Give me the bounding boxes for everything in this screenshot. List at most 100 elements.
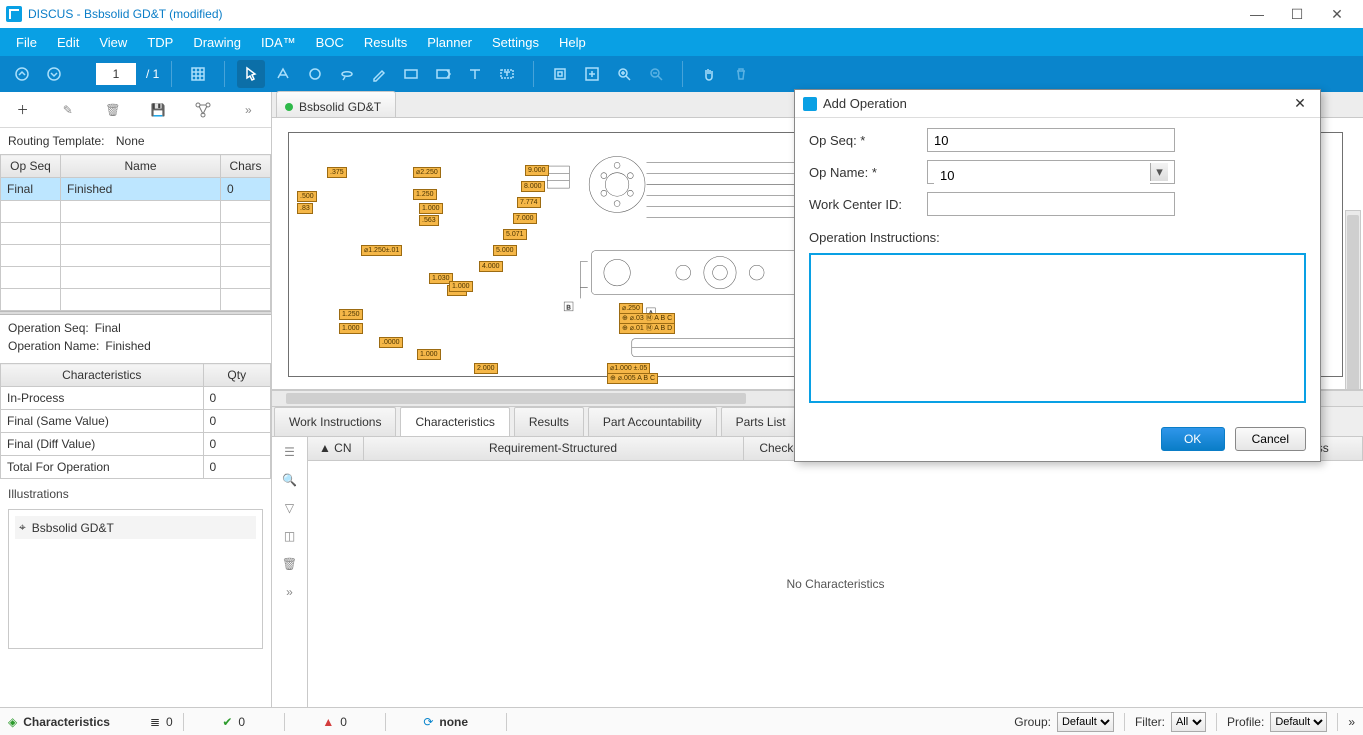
more-icon[interactable]: »: [238, 100, 258, 120]
left-toolbar: ＋ ✎ 🗑 💾 »: [0, 92, 271, 128]
tab-work-instructions[interactable]: Work Instructions: [274, 407, 396, 436]
illustrations-header: Illustrations: [0, 479, 271, 505]
list-item[interactable]: ⌖ Bsbsolid GD&T: [15, 516, 256, 539]
nav-up-icon[interactable]: [8, 60, 36, 88]
list-icon: ≣: [150, 715, 160, 729]
menu-tdp[interactable]: TDP: [137, 31, 183, 54]
table-row[interactable]: [1, 223, 271, 245]
columns-icon[interactable]: ◫: [284, 529, 295, 543]
lasso-tool-icon[interactable]: [333, 60, 361, 88]
group-select[interactable]: Default: [1057, 712, 1114, 732]
table-row[interactable]: [1, 201, 271, 223]
zoom-area-icon[interactable]: [546, 60, 574, 88]
list-view-icon[interactable]: ☰: [284, 445, 295, 459]
workcenter-input[interactable]: [927, 192, 1175, 216]
titlebar: DISCUS - Bsbsolid GD&T (modified) — ☐ ✕: [0, 0, 1363, 28]
trash-icon[interactable]: 🗑: [282, 557, 297, 571]
network-icon[interactable]: [193, 100, 213, 120]
add-operation-dialog: Add Operation ✕ Op Seq: * Op Name: * ▾ W…: [794, 89, 1321, 462]
opseq-input[interactable]: [927, 128, 1175, 152]
table-row[interactable]: [1, 245, 271, 267]
menu-file[interactable]: File: [6, 31, 47, 54]
svg-text:B: B: [566, 304, 571, 311]
tab-part-accountability[interactable]: Part Accountability: [588, 407, 717, 436]
table-row[interactable]: [1, 289, 271, 311]
delete-icon[interactable]: [727, 60, 755, 88]
nav-down-icon[interactable]: [40, 60, 68, 88]
menu-view[interactable]: View: [89, 31, 137, 54]
col-opseq[interactable]: Op Seq: [1, 155, 61, 178]
instructions-label: Operation Instructions:: [809, 230, 1306, 245]
dialog-titlebar[interactable]: Add Operation ✕: [795, 90, 1320, 118]
col-name[interactable]: Name: [61, 155, 221, 178]
page-input[interactable]: [96, 63, 136, 85]
edit-icon[interactable]: ✎: [58, 100, 78, 120]
text-annotation-icon[interactable]: [269, 60, 297, 88]
left-panel: ＋ ✎ 🗑 💾 » Routing Template: None Op Seq …: [0, 92, 272, 707]
ok-button[interactable]: OK: [1161, 427, 1225, 451]
col-chars[interactable]: Chars: [221, 155, 271, 178]
titlebar-text: DISCUS - Bsbsolid GD&T (modified): [28, 7, 223, 21]
menu-ida[interactable]: IDA™: [251, 31, 306, 54]
filter-icon[interactable]: ▽: [285, 501, 294, 515]
zoom-in-icon[interactable]: [610, 60, 638, 88]
zoom-out-icon[interactable]: [642, 60, 670, 88]
routing-template-row: Routing Template: None: [0, 128, 271, 154]
grid-side-toolbar: ☰ 🔍 ▽ ◫ 🗑 »: [272, 437, 308, 708]
menu-results[interactable]: Results: [354, 31, 417, 54]
opseq-label: Op Seq: *: [809, 133, 919, 148]
cancel-button[interactable]: Cancel: [1235, 427, 1306, 451]
menu-edit[interactable]: Edit: [47, 31, 89, 54]
trash-icon[interactable]: 🗑: [103, 100, 123, 120]
chevron-down-icon[interactable]: ▾: [1150, 163, 1168, 181]
table-row[interactable]: [1, 267, 271, 289]
page-total: / 1: [146, 67, 159, 81]
profile-select[interactable]: Default: [1270, 712, 1327, 732]
menu-boc[interactable]: BOC: [306, 31, 354, 54]
circle-tool-icon[interactable]: [301, 60, 329, 88]
close-button[interactable]: ✕: [1317, 0, 1357, 28]
add-icon[interactable]: ＋: [13, 100, 33, 120]
opname-label: Op Name: *: [809, 165, 919, 180]
tab-parts-list[interactable]: Parts List: [721, 407, 801, 436]
characteristics-grid: ☰ 🔍 ▽ ◫ 🗑 » ▲ CN Requirement-Structured …: [272, 436, 1363, 708]
overflow-icon[interactable]: »: [1348, 715, 1355, 729]
table-row[interactable]: Final Finished 0: [1, 178, 271, 201]
instructions-textarea[interactable]: [809, 253, 1306, 403]
tab-results[interactable]: Results: [514, 407, 584, 436]
dialog-title: Add Operation: [823, 96, 907, 111]
grid-empty-message: No Characteristics: [308, 461, 1363, 708]
menubar: File Edit View TDP Drawing IDA™ BOC Resu…: [0, 28, 1363, 56]
pan-tool-icon[interactable]: [695, 60, 723, 88]
menu-settings[interactable]: Settings: [482, 31, 549, 54]
more-icon[interactable]: »: [286, 585, 293, 599]
illustrations-list[interactable]: ⌖ Bsbsolid GD&T: [8, 509, 263, 649]
maximize-button[interactable]: ☐: [1277, 0, 1317, 28]
warning-icon: ▲: [322, 715, 334, 729]
compass-icon: ⌖: [19, 520, 26, 535]
vertical-scrollbar[interactable]: [1345, 210, 1361, 390]
opname-input[interactable]: [934, 163, 1150, 187]
minimize-button[interactable]: —: [1237, 0, 1277, 28]
save-icon[interactable]: 💾: [148, 100, 168, 120]
status-bar: ◈ Characteristics ≣0 ✔0 ▲0 ⟳none Group: …: [0, 707, 1363, 735]
menu-planner[interactable]: Planner: [417, 31, 482, 54]
dialog-close-button[interactable]: ✕: [1288, 95, 1312, 112]
menu-help[interactable]: Help: [549, 31, 596, 54]
search-icon[interactable]: 🔍: [282, 473, 297, 487]
menu-drawing[interactable]: Drawing: [183, 31, 251, 54]
operations-table[interactable]: Op Seq Name Chars Final Finished 0: [0, 154, 271, 311]
filter-select[interactable]: All: [1171, 712, 1206, 732]
status-characteristics-label: Characteristics: [23, 715, 110, 729]
doc-tab[interactable]: Bsbsolid GD&T: [276, 91, 396, 117]
grid-icon[interactable]: [184, 60, 212, 88]
opname-combo[interactable]: ▾: [927, 160, 1175, 184]
pencil-tool-icon[interactable]: [365, 60, 393, 88]
textbox-tool-icon[interactable]: [493, 60, 521, 88]
fit-icon[interactable]: [578, 60, 606, 88]
pointer-tool[interactable]: [237, 60, 265, 88]
text-tool-icon[interactable]: [461, 60, 489, 88]
tab-characteristics[interactable]: Characteristics: [400, 407, 509, 436]
rect-tool-icon[interactable]: [397, 60, 425, 88]
flag-tool-icon[interactable]: [429, 60, 457, 88]
